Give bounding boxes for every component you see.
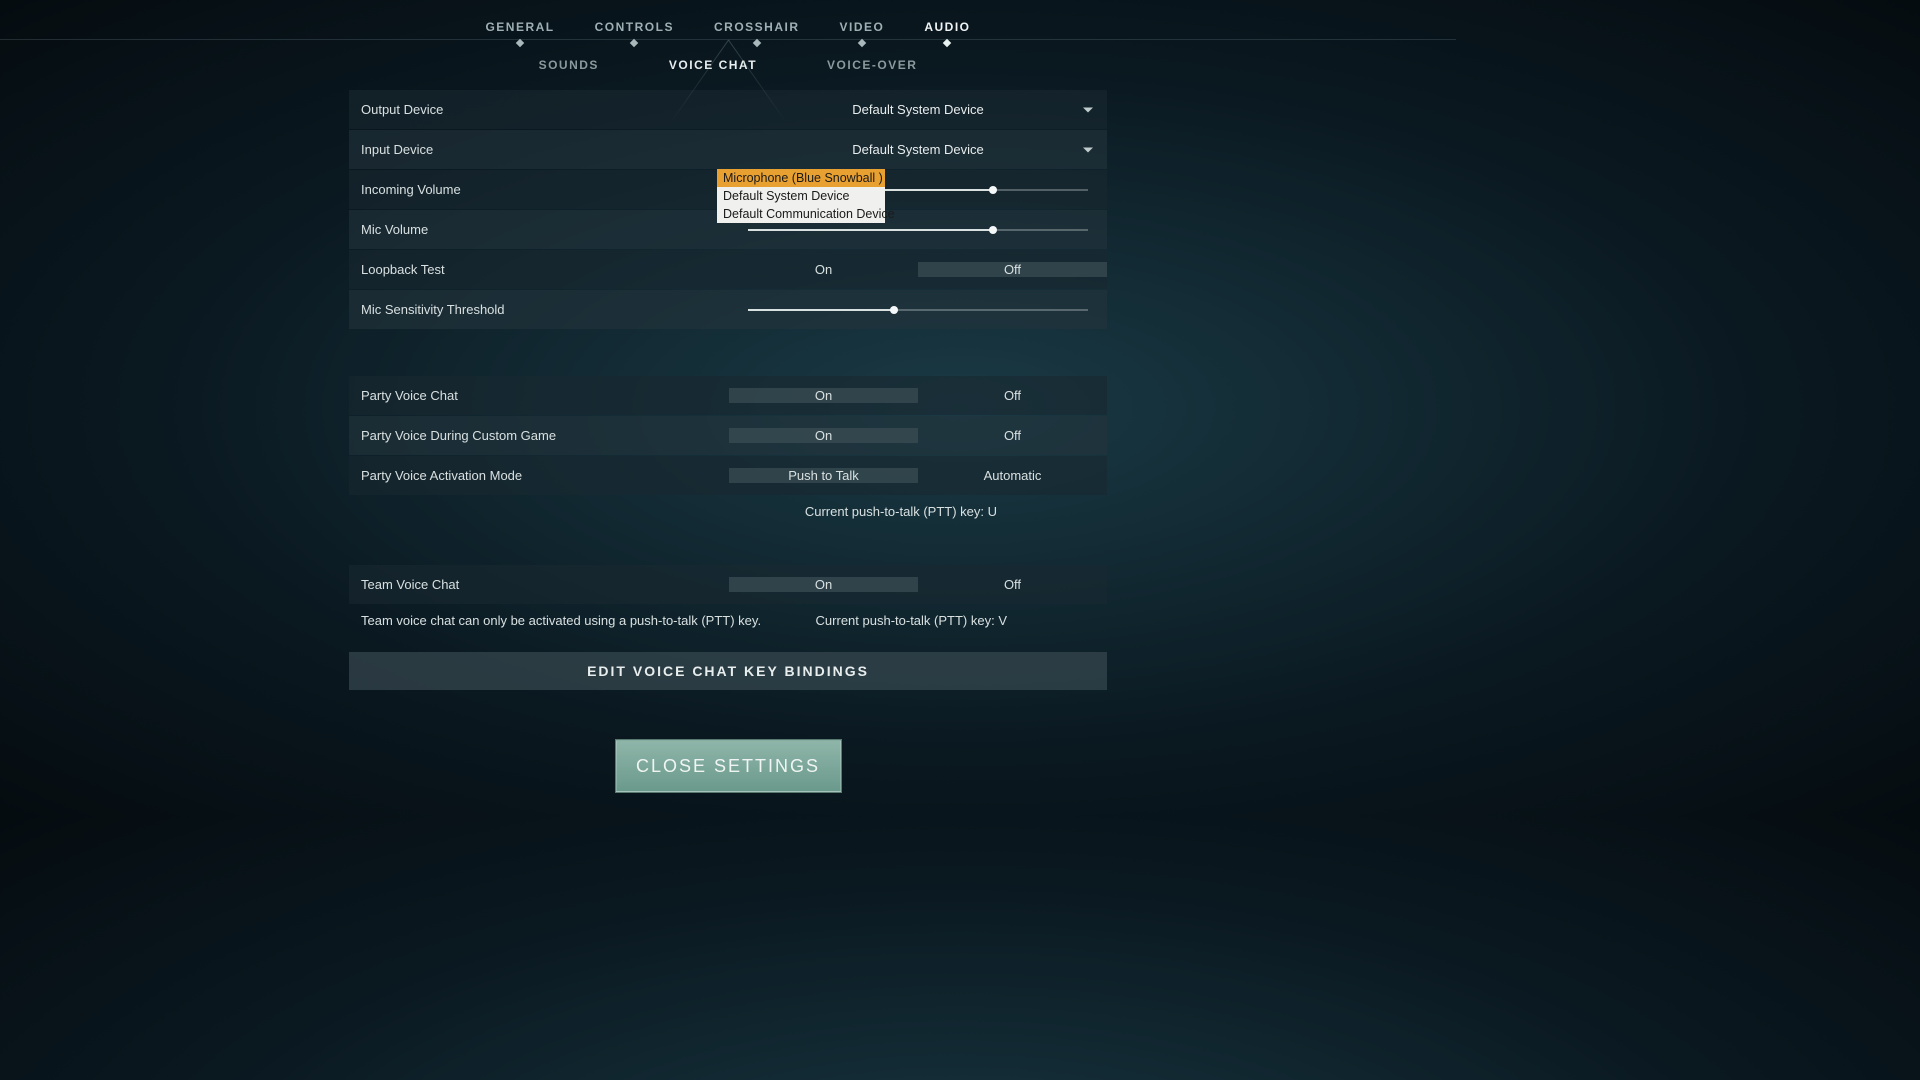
party-voice-label: Party Voice Chat (349, 388, 729, 403)
chevron-down-icon (1083, 147, 1093, 152)
mic-volume-label: Mic Volume (349, 222, 729, 237)
close-settings-button[interactable]: CLOSE SETTINGS (616, 740, 841, 792)
tab-general[interactable]: GENERAL (485, 20, 554, 34)
party-custom-off[interactable]: Off (918, 428, 1107, 443)
party-custom-on[interactable]: On (729, 428, 918, 443)
row-party-activation: Party Voice Activation Mode Push to Talk… (349, 456, 1107, 495)
party-voice-on[interactable]: On (729, 388, 918, 403)
team-voice-hints: Team voice chat can only be activated us… (349, 605, 1107, 632)
slider-thumb[interactable] (890, 306, 898, 314)
slider-thumb[interactable] (989, 186, 997, 194)
party-custom-label: Party Voice During Custom Game (349, 428, 729, 443)
edit-key-bindings-button[interactable]: EDIT VOICE CHAT KEY BINDINGS (349, 652, 1107, 690)
loopback-off[interactable]: Off (918, 262, 1107, 277)
team-voice-on[interactable]: On (729, 577, 918, 592)
sub-tabs: SOUNDS VOICE CHAT VOICE-OVER (0, 40, 1456, 90)
subtab-sounds[interactable]: SOUNDS (539, 58, 599, 72)
mic-volume-slider[interactable] (748, 229, 1088, 231)
dropdown-option-blue-snowball[interactable]: Microphone (Blue Snowball ) (717, 169, 885, 187)
input-device-dropdown-list: Microphone (Blue Snowball ) Default Syst… (717, 169, 885, 223)
party-activation-label: Party Voice Activation Mode (349, 468, 729, 483)
party-ptt-hint: Current push-to-talk (PTT) key: U (349, 496, 1107, 523)
tab-controls[interactable]: CONTROLS (595, 20, 674, 34)
party-voice-off[interactable]: Off (918, 388, 1107, 403)
row-mic-sensitivity: Mic Sensitivity Threshold (349, 290, 1107, 329)
settings-panel: Output Device Default System Device Inpu… (349, 90, 1107, 792)
row-party-voice: Party Voice Chat On Off (349, 376, 1107, 415)
team-voice-off[interactable]: Off (918, 577, 1107, 592)
row-input-device: Input Device Default System Device Micro… (349, 130, 1107, 169)
subtab-voice-over[interactable]: VOICE-OVER (827, 58, 917, 72)
row-team-voice: Team Voice Chat On Off (349, 565, 1107, 604)
tab-audio[interactable]: AUDIO (924, 20, 970, 34)
output-device-label: Output Device (349, 102, 729, 117)
input-device-dropdown[interactable]: Default System Device Microphone (Blue S… (729, 130, 1107, 169)
team-hint-left: Team voice chat can only be activated us… (361, 613, 761, 628)
mic-sensitivity-label: Mic Sensitivity Threshold (349, 302, 729, 317)
tab-video[interactable]: VIDEO (840, 20, 885, 34)
party-activation-auto[interactable]: Automatic (918, 468, 1107, 483)
output-device-dropdown[interactable]: Default System Device (729, 90, 1107, 129)
row-loopback: Loopback Test On Off (349, 250, 1107, 289)
dropdown-option-default-system[interactable]: Default System Device (717, 187, 885, 205)
output-device-value: Default System Device (729, 102, 1107, 117)
input-device-label: Input Device (349, 142, 729, 157)
tab-crosshair[interactable]: CROSSHAIR (714, 20, 800, 34)
subtab-voice-chat[interactable]: VOICE CHAT (669, 58, 757, 72)
incoming-volume-label: Incoming Volume (349, 182, 729, 197)
team-voice-label: Team Voice Chat (349, 577, 729, 592)
loopback-label: Loopback Test (349, 262, 729, 277)
slider-thumb[interactable] (989, 226, 997, 234)
chevron-down-icon (1083, 107, 1093, 112)
main-tabs: GENERAL CONTROLS CROSSHAIR VIDEO AUDIO (0, 0, 1456, 40)
party-activation-ptt[interactable]: Push to Talk (729, 468, 918, 483)
row-output-device: Output Device Default System Device (349, 90, 1107, 129)
row-party-custom: Party Voice During Custom Game On Off (349, 416, 1107, 455)
input-device-value: Default System Device (729, 142, 1107, 157)
mic-sensitivity-slider[interactable] (748, 309, 1088, 311)
dropdown-option-default-comm[interactable]: Default Communication Device (717, 205, 885, 223)
team-hint-right: Current push-to-talk (PTT) key: V (816, 613, 1007, 628)
loopback-on[interactable]: On (729, 262, 918, 277)
